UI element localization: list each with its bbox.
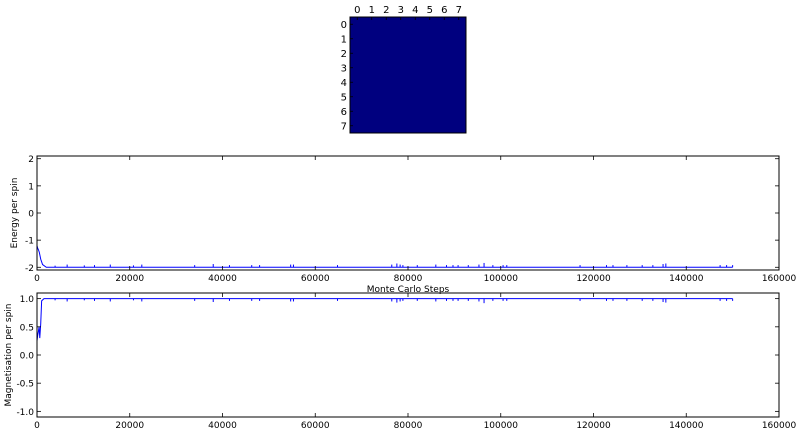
x-tick-label: 60000 xyxy=(301,421,330,430)
spin-lattice-heatmap: 0 1 2 3 4 5 6 701234567 xyxy=(341,5,467,134)
heatmap-y-tick-label: 4 xyxy=(341,78,347,89)
x-tick-label: 160000 xyxy=(762,274,797,284)
heatmap-cell xyxy=(451,46,467,61)
heatmap-x-tick-label: 6 xyxy=(441,5,447,16)
x-tick-label: 80000 xyxy=(394,274,423,284)
heatmap-x-tick-label: 4 xyxy=(412,5,418,16)
y-tick-label: 1 xyxy=(28,182,34,192)
heatmap-cell xyxy=(451,31,467,47)
y-axis-label: Magnetisation per spin xyxy=(4,304,14,407)
heatmap-cell xyxy=(408,89,423,105)
heatmap-cell xyxy=(437,75,452,90)
x-tick-label: 100000 xyxy=(484,274,519,284)
heatmap-y-tick-label: 0 xyxy=(341,20,347,31)
heatmap-y-tick-label: 6 xyxy=(341,107,347,118)
y-tick-label: 0.5 xyxy=(20,323,34,333)
heatmap-x-tick-label: 2 xyxy=(383,5,389,16)
y-axis-label: Energy per spin xyxy=(10,178,20,249)
x-tick-label: 160000 xyxy=(762,421,797,430)
heatmap-cell xyxy=(422,89,438,105)
heatmap-cell xyxy=(364,31,380,47)
heatmap-cell xyxy=(408,118,423,134)
x-tick-label: 40000 xyxy=(208,274,237,284)
heatmap-cell xyxy=(364,104,380,119)
heatmap-cell xyxy=(364,60,380,76)
heatmap-cell xyxy=(437,104,452,119)
heatmap-cell xyxy=(393,46,409,61)
heatmap-cell xyxy=(437,60,452,76)
heatmap-x-tick-label: 1 xyxy=(369,5,375,16)
y-tick-label: -2 xyxy=(25,264,34,274)
heatmap-cell xyxy=(379,104,394,119)
heatmap-cell xyxy=(451,75,467,90)
heatmap-cell xyxy=(422,60,438,76)
y-tick-label: 0 xyxy=(28,210,34,220)
heatmap-y-tick-label: 1 xyxy=(341,34,347,45)
y-tick-label: 1.0 xyxy=(20,295,35,305)
heatmap-cell xyxy=(422,46,438,61)
heatmap-cell xyxy=(437,46,452,61)
heatmap-cell xyxy=(393,75,409,90)
x-tick-label: 60000 xyxy=(301,274,330,284)
heatmap-cell xyxy=(393,89,409,105)
heatmap-cell xyxy=(422,118,438,134)
heatmap-cell xyxy=(364,46,380,61)
heatmap-x-tick-label: 7 xyxy=(456,5,462,16)
heatmap-cell xyxy=(393,31,409,47)
heatmap-cell xyxy=(437,118,452,134)
heatmap-cell xyxy=(364,89,380,105)
heatmap-y-tick-label: 5 xyxy=(341,92,347,103)
heatmap-cell xyxy=(408,75,423,90)
y-tick-label: -1.0 xyxy=(16,408,34,418)
x-tick-label: 0 xyxy=(34,421,40,430)
heatmap-x-tick-label: 5 xyxy=(427,5,433,16)
x-tick-label: 20000 xyxy=(115,421,144,430)
heatmap-y-tick-label: 3 xyxy=(341,63,347,74)
y-tick-label: 0.0 xyxy=(20,352,35,362)
heatmap-cell xyxy=(437,31,452,47)
x-tick-label: 100000 xyxy=(484,421,519,430)
heatmap-cell xyxy=(422,75,438,90)
heatmap-cell xyxy=(379,75,394,90)
heatmap-cell xyxy=(379,31,394,47)
x-tick-label: 80000 xyxy=(394,421,423,430)
heatmap-cell xyxy=(437,89,452,105)
heatmap-y-tick-label: 7 xyxy=(341,121,347,132)
heatmap-cell xyxy=(393,118,409,134)
heatmap-x-tick-label: 3 xyxy=(398,5,404,16)
heatmap-cell xyxy=(393,104,409,119)
heatmap-cell xyxy=(422,104,438,119)
heatmap-cell xyxy=(451,60,467,76)
x-tick-label: 40000 xyxy=(208,421,237,430)
figure: 0 1 2 3 4 5 6 701234567 0 20000 40000 60000 80000 10… xyxy=(0,0,800,430)
heatmap-x-tick-label: 0 xyxy=(354,5,360,16)
heatmap-cell xyxy=(451,104,467,119)
heatmap-y-tick-label: 2 xyxy=(341,49,347,60)
x-tick-label: 120000 xyxy=(576,421,611,430)
heatmap-cell xyxy=(451,89,467,105)
heatmap-cell xyxy=(379,60,394,76)
x-tick-label: 140000 xyxy=(669,421,704,430)
y-tick-label: -0.5 xyxy=(16,380,34,390)
heatmap-cell xyxy=(408,60,423,76)
heatmap-cell xyxy=(408,46,423,61)
heatmap-cell xyxy=(422,31,438,47)
x-tick-label: 20000 xyxy=(115,274,144,284)
heatmap-cell xyxy=(379,118,394,134)
x-tick-label: 120000 xyxy=(576,274,611,284)
heatmap-cell xyxy=(393,60,409,76)
heatmap-cell xyxy=(408,104,423,119)
y-tick-label: 2 xyxy=(28,155,34,165)
x-tick-label: 0 xyxy=(34,274,40,284)
heatmap-cell xyxy=(379,89,394,105)
heatmap-cell xyxy=(379,46,394,61)
x-tick-label: 140000 xyxy=(669,274,704,284)
heatmap-cell xyxy=(364,75,380,90)
heatmap-cell xyxy=(408,31,423,47)
y-tick-label: -1 xyxy=(25,237,34,247)
heatmap-cell xyxy=(364,118,380,134)
heatmap-cell xyxy=(451,118,467,134)
